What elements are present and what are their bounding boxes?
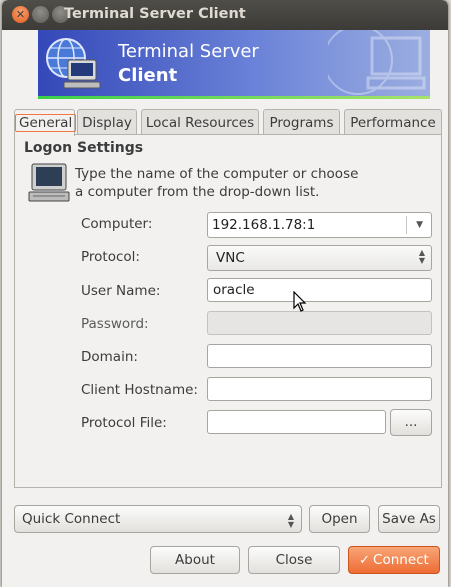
password-field[interactable] xyxy=(207,311,432,335)
banner-divider xyxy=(38,96,430,99)
browse-button[interactable]: ... xyxy=(390,409,432,436)
tab-general[interactable]: General xyxy=(14,109,77,136)
window-title: Terminal Server Client xyxy=(64,6,246,22)
logon-settings-heading: Logon Settings xyxy=(24,140,144,156)
save-as-button[interactable]: Save As xyxy=(378,505,440,533)
username-field[interactable]: oracle xyxy=(207,278,432,302)
client-hostname-field[interactable] xyxy=(207,377,432,401)
globe-computer-icon xyxy=(46,38,101,89)
mouse-pointer-icon xyxy=(293,291,307,312)
minimize-icon[interactable] xyxy=(32,6,49,23)
close-icon[interactable]: ✕ xyxy=(12,6,29,23)
open-button[interactable]: Open xyxy=(309,505,370,533)
client-hostname-label: Client Hostname: xyxy=(81,382,198,398)
protocol-value: VNC xyxy=(216,250,245,266)
chevron-down-icon[interactable]: ▼ xyxy=(416,213,423,237)
username-label: User Name: xyxy=(81,283,161,299)
tab-performance-label: Performance xyxy=(350,115,436,131)
tab-local-resources[interactable]: Local Resources xyxy=(141,109,259,135)
tab-local-resources-label: Local Resources xyxy=(145,115,255,131)
updown-arrows-icon: ▲ ▼ xyxy=(418,248,425,265)
computer-combo[interactable]: 192.168.1.78:1 ▼ xyxy=(207,212,432,238)
protocol-select[interactable]: VNC ▲ ▼ xyxy=(207,245,432,271)
updown-arrows-icon: ▲ ▼ xyxy=(287,512,294,529)
connect-label: Connect xyxy=(373,552,429,568)
protocol-label: Protocol: xyxy=(81,249,140,265)
banner-title: Terminal Server Client xyxy=(118,40,259,88)
checkmark-icon: ✓ xyxy=(359,553,371,568)
connect-button[interactable]: ✓ Connect xyxy=(348,546,440,574)
protocol-file-field[interactable] xyxy=(207,410,386,434)
tab-programs-label: Programs xyxy=(269,115,334,131)
logon-description-line2: a computer from the drop-down list. xyxy=(75,184,320,200)
quick-connect-value: Quick Connect xyxy=(22,511,121,527)
computer-icon xyxy=(28,163,70,202)
logon-description-line1: Type the name of the computer or choose xyxy=(75,166,359,182)
quick-connect-select[interactable]: Quick Connect ▲ ▼ xyxy=(14,505,302,533)
banner-title-line2: Client xyxy=(118,65,178,86)
password-label: Password: xyxy=(81,316,149,332)
computer-label: Computer: xyxy=(81,216,153,232)
monitor-watermark-icon xyxy=(328,30,426,95)
domain-label: Domain: xyxy=(81,349,138,365)
titlebar: ✕ Terminal Server Client xyxy=(2,0,448,30)
computer-value: 192.168.1.78:1 xyxy=(212,217,316,233)
logon-description: Type the name of the computer or choose … xyxy=(75,165,395,201)
domain-field[interactable] xyxy=(207,344,432,368)
tab-programs[interactable]: Programs xyxy=(263,109,340,135)
tab-bar: General Display Local Resources Programs… xyxy=(14,109,442,136)
tab-display-label: Display xyxy=(82,115,132,131)
dialog-window: ✕ Terminal Server Client Terminal Server… xyxy=(2,0,448,587)
banner-title-line1: Terminal Server xyxy=(118,41,259,62)
tab-general-label: General xyxy=(15,114,77,132)
tab-display[interactable]: Display xyxy=(77,109,137,135)
banner: Terminal Server Client xyxy=(38,30,430,96)
about-button[interactable]: About xyxy=(150,546,240,574)
protocol-file-label: Protocol File: xyxy=(81,415,167,431)
combo-separator xyxy=(406,216,407,234)
tab-performance[interactable]: Performance xyxy=(344,109,442,135)
close-button[interactable]: Close xyxy=(248,546,340,574)
